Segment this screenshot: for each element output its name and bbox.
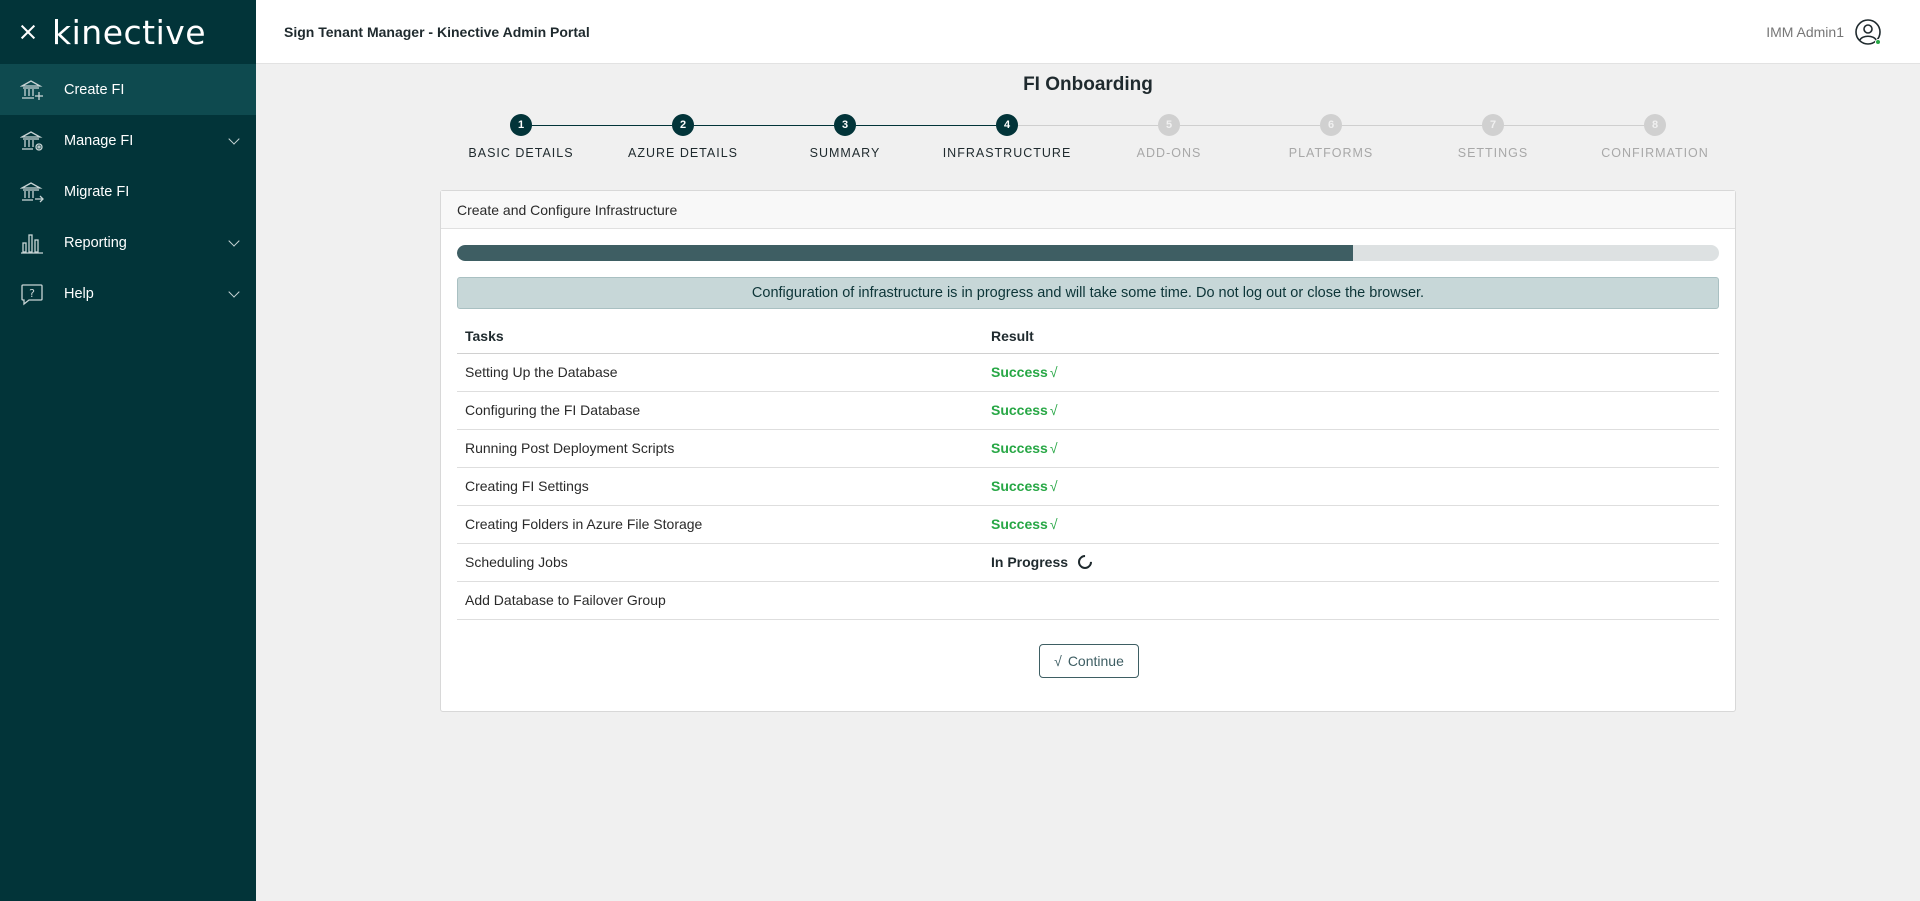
status-success: Success	[991, 440, 1048, 456]
sidebar-item-label: Help	[64, 285, 94, 302]
step-number: 7	[1482, 114, 1504, 136]
top-header: Sign Tenant Manager - Kinective Admin Po…	[256, 0, 1920, 64]
sidebar-item-label: Manage FI	[64, 132, 134, 149]
spinner-icon	[1075, 552, 1095, 572]
step-number: 3	[834, 114, 856, 136]
task-result-cell	[983, 581, 1719, 620]
column-header-tasks: Tasks	[457, 319, 983, 354]
step-label: AZURE DETAILS	[627, 146, 738, 160]
step-label: INFRASTRUCTURE	[942, 146, 1072, 160]
step-6: 6 PLATFORMS	[1250, 114, 1412, 160]
step-5: 5 ADD-ONS	[1088, 114, 1250, 160]
step-number: 4	[996, 114, 1018, 136]
task-name: Configuring the FI Database	[457, 391, 983, 430]
check-icon: √	[1049, 440, 1058, 456]
table-row: Creating FI Settings Success √	[457, 467, 1719, 506]
step-label: SETTINGS	[1457, 146, 1529, 160]
status-success: Success	[991, 516, 1048, 532]
task-name: Creating FI Settings	[457, 467, 983, 506]
check-icon: √	[1049, 516, 1058, 532]
step-4: 4 INFRASTRUCTURE	[926, 114, 1088, 160]
portal-title: Sign Tenant Manager - Kinective Admin Po…	[284, 23, 590, 40]
table-row: Scheduling Jobs In Progress	[457, 543, 1719, 582]
task-name: Add Database to Failover Group	[457, 581, 983, 620]
step-label: BASIC DETAILS	[468, 146, 574, 160]
chevron-down-icon[interactable]	[228, 234, 240, 247]
task-result-cell: Success √	[983, 505, 1719, 544]
check-icon: √	[1054, 653, 1062, 669]
task-result-cell: Success √	[983, 353, 1719, 392]
task-result-cell: Success √	[983, 467, 1719, 506]
table-header-row: Tasks Result	[457, 319, 1719, 354]
task-result-cell: Success √	[983, 391, 1719, 430]
sidebar-item-create-fi[interactable]: Create FI	[0, 64, 256, 115]
user-menu[interactable]: IMM Admin1	[1766, 18, 1882, 46]
kinective-logo: kinective	[52, 12, 207, 52]
step-label: CONFIRMATION	[1601, 146, 1709, 160]
close-icon[interactable]	[18, 22, 38, 42]
step-7: 7 SETTINGS	[1412, 114, 1574, 160]
check-icon: √	[1049, 364, 1058, 380]
continue-label: Continue	[1067, 653, 1124, 669]
continue-button[interactable]: √ Continue	[1039, 644, 1139, 678]
column-header-result: Result	[983, 319, 1719, 354]
task-name: Creating Folders in Azure File Storage	[457, 505, 983, 544]
step-label: ADD-ONS	[1136, 146, 1202, 160]
sidebar: kinective Create FI Manage FI Migrate FI…	[0, 0, 256, 901]
task-name: Scheduling Jobs	[457, 543, 983, 582]
status-success: Success	[991, 364, 1048, 380]
task-name: Setting Up the Database	[457, 353, 983, 392]
table-row: Running Post Deployment Scripts Success √	[457, 429, 1719, 468]
check-icon: √	[1049, 402, 1058, 418]
step-1: 1 BASIC DETAILS	[440, 114, 602, 160]
sidebar-item-help[interactable]: ? Help	[0, 268, 256, 319]
bank-plus-icon	[20, 78, 44, 102]
step-2: 2 AZURE DETAILS	[602, 114, 764, 160]
progress-bar	[457, 245, 1719, 261]
sidebar-item-reporting[interactable]: Reporting	[0, 217, 256, 268]
help-bubble-icon: ?	[20, 282, 44, 306]
svg-text:?: ?	[29, 287, 35, 300]
sidebar-item-label: Migrate FI	[64, 183, 130, 200]
info-alert: Configuration of infrastructure is in pr…	[457, 277, 1719, 309]
step-number: 5	[1158, 114, 1180, 136]
bank-arrow-icon	[20, 180, 44, 204]
user-name[interactable]: IMM Admin1	[1766, 24, 1844, 40]
sidebar-item-label: Create FI	[64, 81, 125, 98]
status-success: Success	[991, 478, 1048, 494]
step-number: 1	[510, 114, 532, 136]
table-row: Creating Folders in Azure File Storage Su…	[457, 505, 1719, 544]
user-avatar-icon[interactable]	[1854, 18, 1882, 46]
step-number: 2	[672, 114, 694, 136]
page-title: FI Onboarding	[1023, 74, 1153, 95]
check-icon: √	[1049, 478, 1058, 494]
onboarding-stepper: 1 BASIC DETAILS 2 AZURE DETAILS 3 SUMMARY 4 INF…	[440, 114, 1740, 170]
chevron-down-icon[interactable]	[228, 132, 240, 145]
bar-chart-icon	[20, 231, 44, 255]
sidebar-item-label: Reporting	[64, 234, 127, 251]
tasks-table: Tasks Result Setting Up the Database Succ…	[457, 319, 1719, 620]
bank-gear-icon	[20, 129, 44, 153]
sidebar-item-manage-fi[interactable]: Manage FI	[0, 115, 256, 166]
step-8: 8 CONFIRMATION	[1574, 114, 1736, 160]
task-name: Running Post Deployment Scripts	[457, 429, 983, 468]
chevron-down-icon[interactable]	[228, 285, 240, 298]
table-row: Setting Up the Database Success √	[457, 353, 1719, 392]
infrastructure-card: Create and Configure Infrastructure Conf…	[440, 190, 1736, 712]
brand-bar: kinective	[0, 0, 256, 64]
status-in-progress: In Progress	[991, 554, 1069, 570]
step-label: SUMMARY	[809, 146, 881, 160]
task-result-cell: In Progress	[983, 543, 1719, 582]
step-number: 8	[1644, 114, 1666, 136]
task-result-cell: Success √	[983, 429, 1719, 468]
table-row: Add Database to Failover Group	[457, 581, 1719, 620]
step-3: 3 SUMMARY	[764, 114, 926, 160]
status-success: Success	[991, 402, 1048, 418]
sidebar-item-migrate-fi[interactable]: Migrate FI	[0, 166, 256, 217]
table-row: Configuring the FI Database Success √	[457, 391, 1719, 430]
card-title: Create and Configure Infrastructure	[441, 191, 1735, 229]
step-number: 6	[1320, 114, 1342, 136]
step-label: PLATFORMS	[1288, 146, 1374, 160]
progress-fill	[457, 245, 1354, 261]
